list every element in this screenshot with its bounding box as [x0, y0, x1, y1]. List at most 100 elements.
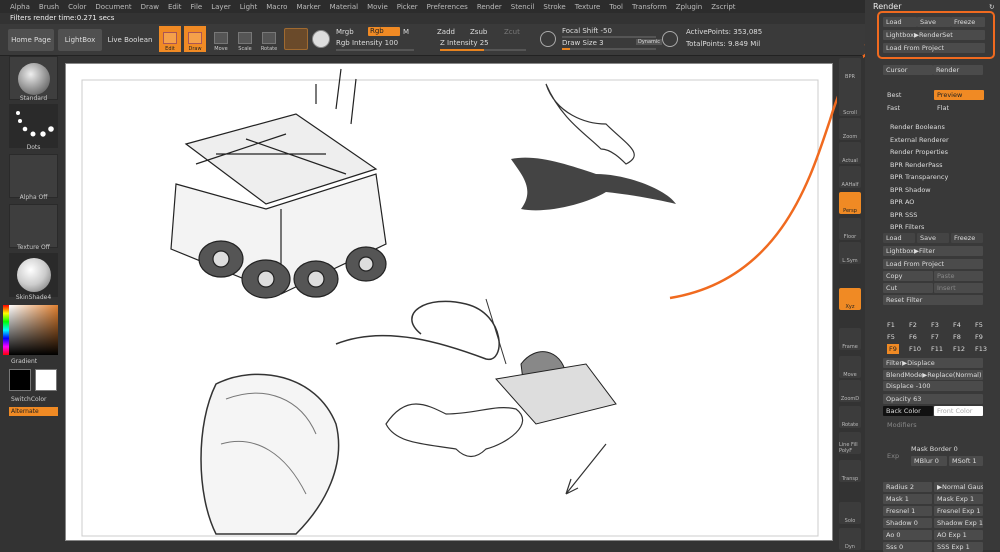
- menu-zplugin[interactable]: Zplugin: [676, 3, 702, 11]
- gradient-label[interactable]: Gradient: [11, 358, 60, 365]
- menu-marker[interactable]: Marker: [296, 3, 320, 11]
- menu-picker[interactable]: Picker: [397, 3, 418, 11]
- load-from-project-filter-button[interactable]: Load From Project: [883, 259, 983, 269]
- section-bpr-ao[interactable]: BPR AO: [890, 197, 914, 207]
- stroke-dots-tile[interactable]: [9, 104, 58, 148]
- shelf-bpr[interactable]: BPR: [839, 58, 861, 80]
- menu-tool[interactable]: Tool: [609, 3, 623, 11]
- menu-macro[interactable]: Macro: [266, 3, 287, 11]
- zadd-button[interactable]: Zadd: [437, 28, 455, 36]
- menu-stencil[interactable]: Stencil: [511, 3, 535, 11]
- shelf-frame[interactable]: Frame: [839, 328, 861, 350]
- shadow-exp-slider[interactable]: Shadow Exp 1: [934, 518, 983, 528]
- menu-transform[interactable]: Transform: [632, 3, 667, 11]
- draw-button[interactable]: Draw: [184, 26, 206, 52]
- paste-button[interactable]: Paste: [934, 271, 983, 281]
- shelf-zoom[interactable]: Zoom: [839, 118, 861, 140]
- ao-slider[interactable]: Ao 0: [883, 530, 932, 540]
- menu-texture[interactable]: Texture: [575, 3, 601, 11]
- menu-alpha[interactable]: Alpha: [10, 3, 30, 11]
- alpha-off-tile[interactable]: [9, 154, 58, 198]
- material-swatch[interactable]: [284, 28, 308, 50]
- edit-button[interactable]: Edit: [159, 26, 181, 52]
- color-picker[interactable]: [9, 305, 58, 355]
- focal-shift-slider[interactable]: Focal Shift -50: [562, 27, 612, 35]
- msoft-slider[interactable]: MSoft 1: [949, 456, 983, 466]
- insert-button[interactable]: Insert: [934, 283, 983, 293]
- dynamic-button[interactable]: Dynamic: [636, 39, 663, 45]
- zcut-button[interactable]: Zcut: [504, 28, 520, 36]
- shelf-dyn[interactable]: Dyn: [839, 528, 861, 550]
- rgb-intensity-slider[interactable]: Rgb Intensity 100: [336, 39, 398, 47]
- back-color-button[interactable]: Back Color: [883, 406, 933, 416]
- render-button[interactable]: Render: [933, 65, 983, 75]
- ao-exp-slider[interactable]: AO Exp 1: [934, 530, 983, 540]
- mask-exp-slider[interactable]: Mask Exp 1: [934, 494, 983, 504]
- rotate-button[interactable]: Rotate: [258, 26, 280, 52]
- mask-border-slider[interactable]: Mask Border 0: [911, 444, 958, 454]
- lightbox-button[interactable]: LightBox: [58, 29, 102, 51]
- section-bpr-sss[interactable]: BPR SSS: [890, 210, 917, 220]
- z-intensity-slider[interactable]: Z Intensity 25: [440, 39, 489, 47]
- shelf-aahalf[interactable]: AAHalf: [839, 166, 861, 188]
- section-render-booleans[interactable]: Render Booleans: [890, 122, 945, 132]
- shelf-l-sym[interactable]: L.Sym: [839, 242, 861, 264]
- main-color-swatch[interactable]: [9, 369, 31, 391]
- displace-slider[interactable]: Displace -100: [883, 381, 983, 391]
- menu-zscript[interactable]: Zscript: [711, 3, 735, 11]
- copy-button[interactable]: Copy: [883, 271, 933, 281]
- reset-filter-button[interactable]: Reset Filter: [883, 295, 983, 305]
- section-bpr-filters[interactable]: BPR Filters: [890, 222, 924, 232]
- normal-gauss-slider[interactable]: ▶Normal Gaus: [934, 482, 983, 492]
- menu-layer[interactable]: Layer: [211, 3, 231, 11]
- brush-standard-tile[interactable]: [9, 56, 58, 100]
- section-render-properties[interactable]: Render Properties: [890, 147, 948, 157]
- menu-color[interactable]: Color: [68, 3, 86, 11]
- menu-file[interactable]: File: [191, 3, 203, 11]
- filter-slot-f9[interactable]: F9: [887, 344, 899, 354]
- alternate-button[interactable]: Alternate: [9, 407, 58, 416]
- switch-color-button[interactable]: SwitchColor: [11, 396, 60, 403]
- fresnel-exp-slider[interactable]: Fresnel Exp 1: [934, 506, 983, 516]
- filter-slot-f10[interactable]: F10: [909, 344, 921, 354]
- menu-draw[interactable]: Draw: [141, 3, 159, 11]
- texture-off-tile[interactable]: [9, 204, 58, 248]
- menu-brush[interactable]: Brush: [39, 3, 59, 11]
- filter-freeze-button[interactable]: Freeze: [951, 233, 983, 243]
- filter-displace-button[interactable]: Filter▶Displace: [883, 358, 983, 368]
- filter-slot-f13[interactable]: F13: [975, 344, 987, 354]
- mblur-slider[interactable]: MBlur 0: [911, 456, 947, 466]
- radius-slider[interactable]: Radius 2: [883, 482, 932, 492]
- flat-button[interactable]: Flat: [937, 103, 949, 113]
- menu-movie[interactable]: Movie: [367, 3, 388, 11]
- fast-button[interactable]: Fast: [887, 103, 900, 113]
- shelf-solo[interactable]: Solo: [839, 502, 861, 524]
- section-bpr-shadow[interactable]: BPR Shadow: [890, 185, 931, 195]
- filter-slot-f3[interactable]: F3: [931, 320, 939, 330]
- menu-document[interactable]: Document: [95, 3, 131, 11]
- fresnel-slider[interactable]: Fresnel 1: [883, 506, 932, 516]
- color-sphere-icon[interactable]: [312, 30, 330, 48]
- shelf-rotate[interactable]: Rotate: [839, 406, 861, 428]
- shelf-xyz[interactable]: Xyz: [839, 288, 861, 310]
- move-button[interactable]: Move: [210, 26, 232, 52]
- sss-slider[interactable]: Sss 0: [883, 542, 932, 552]
- menu-stroke[interactable]: Stroke: [543, 3, 565, 11]
- shelf-scroll[interactable]: Scroll: [839, 94, 861, 116]
- shadow-slider[interactable]: Shadow 0: [883, 518, 932, 528]
- filter-slot-f5[interactable]: F5: [975, 320, 983, 330]
- filter-slot-f9[interactable]: F9: [975, 332, 983, 342]
- filter-slot-f4[interactable]: F4: [953, 320, 961, 330]
- live-boolean-button[interactable]: Live Boolean: [106, 29, 154, 51]
- shelf-move[interactable]: Move: [839, 356, 861, 378]
- scale-button[interactable]: Scale: [234, 26, 256, 52]
- shelf-actual[interactable]: Actual: [839, 142, 861, 164]
- filter-slot-f7[interactable]: F7: [931, 332, 939, 342]
- hue-strip[interactable]: [3, 305, 9, 355]
- section-bpr-renderpass[interactable]: BPR RenderPass: [890, 160, 943, 170]
- best-button[interactable]: Best: [887, 90, 901, 100]
- shelf-line-fill-polyf[interactable]: Line Fill PolyF: [839, 432, 861, 454]
- filter-slot-f1[interactable]: F1: [887, 320, 895, 330]
- lightbox-filter-button[interactable]: Lightbox▶Filter: [883, 246, 983, 256]
- cursor-button[interactable]: Cursor: [883, 65, 933, 75]
